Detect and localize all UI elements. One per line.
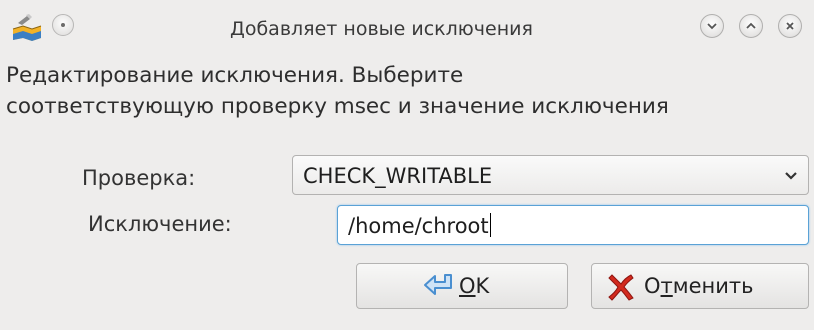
cancel-button[interactable]: Отменить xyxy=(591,263,809,309)
exception-label: Исключение: xyxy=(88,212,232,236)
pin-icon[interactable] xyxy=(52,14,74,36)
description-line-1: Редактирование исключения. Выберите xyxy=(6,63,464,88)
check-label: Проверка: xyxy=(82,166,196,190)
text-caret xyxy=(489,213,491,237)
chevron-down-icon xyxy=(707,23,717,30)
close-icon xyxy=(786,22,794,30)
ok-arrow-icon xyxy=(424,274,452,295)
maximize-button[interactable] xyxy=(739,14,763,38)
cancel-mnemonic: т xyxy=(660,274,673,298)
exception-input-value: /home/chroot xyxy=(348,214,489,238)
msec-app-icon[interactable] xyxy=(10,13,44,43)
red-x-icon xyxy=(608,274,634,301)
check-select-value: CHECK_WRITABLE xyxy=(303,164,493,188)
description-line-2: соответствующую проверку msec и значение… xyxy=(6,94,669,119)
minimize-button[interactable] xyxy=(700,14,724,38)
exception-input[interactable]: /home/chroot xyxy=(337,205,809,245)
description-text: Редактирование исключения. Выберите соот… xyxy=(6,60,814,122)
ok-label-rest: K xyxy=(475,274,490,298)
check-select[interactable]: CHECK_WRITABLE xyxy=(292,155,809,195)
cancel-label-rest: менить xyxy=(672,274,754,298)
chevron-up-icon xyxy=(746,22,756,29)
ok-mnemonic: O xyxy=(459,274,476,298)
window-title: Добавляет новые исключения xyxy=(230,18,533,40)
close-button[interactable] xyxy=(778,14,802,38)
cancel-label-pre: О xyxy=(644,274,661,298)
title-bar[interactable]: Добавляет новые исключения xyxy=(0,0,814,56)
chevron-down-icon xyxy=(785,172,797,180)
ok-button[interactable]: OK xyxy=(356,263,568,309)
dialog-window: Добавляет новые исключения Редактировани… xyxy=(0,0,814,330)
